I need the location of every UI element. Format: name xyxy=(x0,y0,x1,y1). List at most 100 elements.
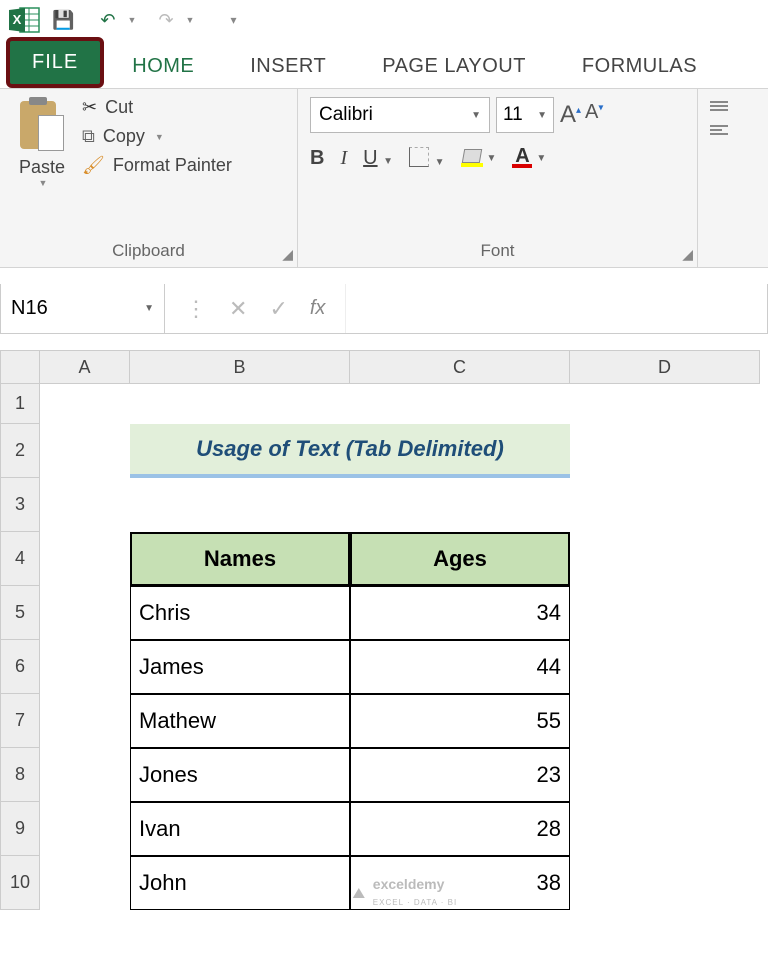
table-cell[interactable]: James xyxy=(130,640,350,694)
redo-dropdown[interactable]: ▼ xyxy=(186,15,195,25)
table-cell[interactable]: Mathew xyxy=(130,694,350,748)
table-cell[interactable]: Ivan xyxy=(130,802,350,856)
decrease-font-icon[interactable]: A▾ xyxy=(585,101,603,129)
fx-icon[interactable]: fx xyxy=(310,297,326,320)
formula-divider-icon: ⋮ xyxy=(185,296,207,322)
fill-color-button[interactable]: ▼ xyxy=(461,149,497,167)
clipboard-group-label: Clipboard xyxy=(12,241,285,263)
cancel-formula-icon[interactable]: ✕ xyxy=(229,296,247,322)
table-cell[interactable]: 23 xyxy=(350,748,570,802)
row-header[interactable]: 4 xyxy=(0,532,40,586)
chevron-down-icon: ▼ xyxy=(537,110,547,121)
chevron-down-icon: ▼ xyxy=(144,303,154,314)
table-header: Ages xyxy=(350,532,570,586)
chevron-down-icon: ▼ xyxy=(536,153,546,164)
table-cell[interactable]: 28 xyxy=(350,802,570,856)
table-cell[interactable]: John xyxy=(130,856,350,910)
table-cell[interactable]: 55 xyxy=(350,694,570,748)
table-cell[interactable]: 44 xyxy=(350,640,570,694)
svg-text:X: X xyxy=(13,12,22,27)
font-group-label: Font xyxy=(310,241,685,263)
name-box[interactable]: N16 ▼ xyxy=(1,284,165,333)
chevron-down-icon: ▼ xyxy=(383,156,393,167)
paste-label: Paste xyxy=(19,157,65,178)
tab-page-layout[interactable]: PAGE LAYOUT xyxy=(354,45,554,88)
border-button[interactable]: ▼ xyxy=(409,145,444,171)
copy-button[interactable]: ⧉ Copy ▼ xyxy=(82,126,232,147)
font-size-value: 11 xyxy=(503,104,523,126)
clipboard-launcher-icon[interactable]: ◢ xyxy=(282,246,293,263)
scissors-icon: ✂ xyxy=(82,97,97,118)
format-painter-button[interactable]: 🖌 Format Painter xyxy=(82,155,232,176)
ribbon: Paste ▼ ✂ Cut ⧉ Copy ▼ 🖌 Format Painter xyxy=(0,88,768,268)
bucket-icon xyxy=(461,149,481,163)
row-header[interactable]: 3 xyxy=(0,478,40,532)
underline-button[interactable]: U ▼ xyxy=(363,147,393,170)
clipboard-group: Paste ▼ ✂ Cut ⧉ Copy ▼ 🖌 Format Painter xyxy=(0,89,298,267)
table-cell[interactable]: Chris xyxy=(130,586,350,640)
row-header[interactable]: 1 xyxy=(0,384,40,424)
select-all-corner[interactable] xyxy=(0,350,40,384)
font-launcher-icon[interactable]: ◢ xyxy=(682,246,693,263)
copy-icon: ⧉ xyxy=(82,126,95,147)
alignment-group xyxy=(698,89,768,267)
column-header[interactable]: D xyxy=(570,350,760,384)
row-header[interactable]: 7 xyxy=(0,694,40,748)
font-group: Calibri ▼ 11 ▼ A▴ A▾ B I U ▼ ▼ ▼ xyxy=(298,89,698,267)
column-header[interactable]: B xyxy=(130,350,350,384)
font-size-select[interactable]: 11 ▼ xyxy=(496,97,554,133)
font-name-select[interactable]: Calibri ▼ xyxy=(310,97,490,133)
cut-button[interactable]: ✂ Cut xyxy=(82,97,232,118)
align-top-icon[interactable] xyxy=(710,101,728,111)
table-cell[interactable]: 34 xyxy=(350,586,570,640)
brush-icon: 🖌 xyxy=(82,155,105,176)
spreadsheet-grid: ABCD 12345678910 exceldemyEXCEL · DATA ·… xyxy=(0,350,768,910)
table-header: Names xyxy=(130,532,350,586)
font-color-a-icon: A xyxy=(515,148,529,164)
formula-input[interactable] xyxy=(346,284,767,333)
formula-bar-row: N16 ▼ ⋮ ✕ ✓ fx xyxy=(0,284,768,334)
tab-file[interactable]: FILE xyxy=(6,37,104,88)
format-painter-label: Format Painter xyxy=(113,155,232,176)
row-header[interactable]: 10 xyxy=(0,856,40,910)
quick-access-toolbar: X 💾 ↶ ▼ ↷ ▼ ▾ xyxy=(0,0,768,40)
sheet-title: Usage of Text (Tab Delimited) xyxy=(130,424,570,478)
bold-button[interactable]: B xyxy=(310,147,324,170)
redo-icon[interactable]: ↷ xyxy=(154,10,177,31)
row-header[interactable]: 8 xyxy=(0,748,40,802)
column-header[interactable]: C xyxy=(350,350,570,384)
tab-insert[interactable]: INSERT xyxy=(222,45,354,88)
tab-home[interactable]: HOME xyxy=(104,45,222,88)
italic-button[interactable]: I xyxy=(340,147,347,170)
undo-icon[interactable]: ↶ xyxy=(96,10,119,31)
row-header[interactable]: 2 xyxy=(0,424,40,478)
enter-formula-icon[interactable]: ✓ xyxy=(269,296,287,322)
table-cell[interactable]: Jones xyxy=(130,748,350,802)
row-header[interactable]: 6 xyxy=(0,640,40,694)
paste-button[interactable]: Paste ▼ xyxy=(12,97,72,188)
name-box-value: N16 xyxy=(11,297,48,320)
excel-app-icon: X xyxy=(6,6,42,34)
table-cell[interactable]: 38 xyxy=(350,856,570,910)
font-color-button[interactable]: A ▼ xyxy=(512,148,546,168)
customize-qat-icon[interactable]: ▾ xyxy=(230,13,236,27)
chevron-down-icon: ▼ xyxy=(487,153,497,164)
align-left-icon[interactable] xyxy=(710,125,728,135)
tab-formulas[interactable]: FORMULAS xyxy=(554,45,725,88)
copy-dropdown[interactable]: ▼ xyxy=(155,132,164,142)
border-icon xyxy=(409,147,429,167)
increase-font-icon[interactable]: A▴ xyxy=(560,101,581,129)
paste-icon xyxy=(20,97,64,153)
column-header[interactable]: A xyxy=(40,350,130,384)
cut-label: Cut xyxy=(105,97,133,118)
paste-dropdown[interactable]: ▼ xyxy=(39,178,48,188)
row-header[interactable]: 5 xyxy=(0,586,40,640)
font-name-value: Calibri xyxy=(319,104,373,126)
undo-dropdown[interactable]: ▼ xyxy=(128,15,137,25)
ribbon-tab-strip: FILE HOME INSERT PAGE LAYOUT FORMULAS xyxy=(0,40,768,88)
copy-label: Copy xyxy=(103,126,145,147)
underline-label: U xyxy=(363,147,377,169)
row-header[interactable]: 9 xyxy=(0,802,40,856)
save-icon[interactable]: 💾 xyxy=(48,10,78,31)
chevron-down-icon: ▼ xyxy=(471,110,481,121)
